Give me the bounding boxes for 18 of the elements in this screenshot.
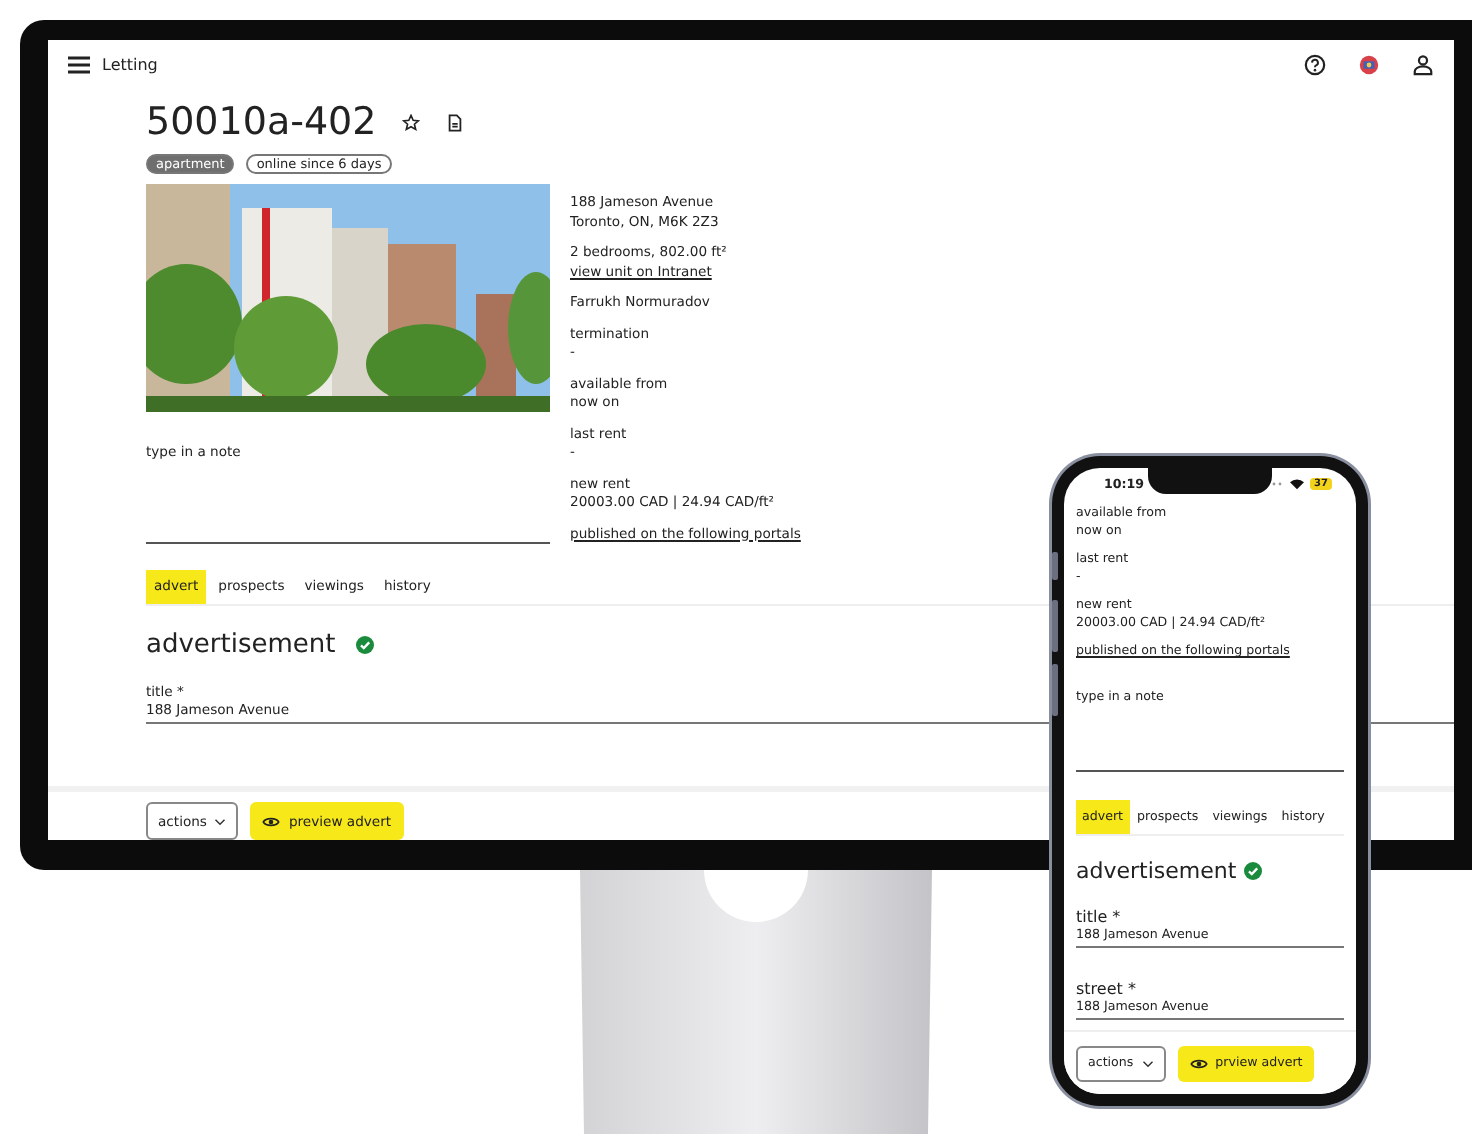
eye-icon [1189,1057,1208,1069]
user-icon[interactable] [1412,53,1434,75]
field-label: title * [1076,909,1121,925]
flag-icon[interactable] [1358,53,1380,75]
section-title: advertisement [1076,857,1237,883]
help-icon[interactable] [1304,53,1326,75]
wifi-icon [1290,478,1305,490]
eye-icon [262,815,281,827]
caret-icon [1141,1059,1154,1067]
listing-title: 50010a-402 [146,100,377,144]
caret-icon [214,817,227,825]
document-icon[interactable] [446,113,465,131]
star-icon[interactable] [402,113,421,131]
phone-notch [1148,468,1272,494]
section-title: advertisement [146,630,336,660]
menu-icon[interactable] [68,55,90,73]
app-title: Letting [102,55,158,73]
field-label: street * [1076,981,1136,997]
